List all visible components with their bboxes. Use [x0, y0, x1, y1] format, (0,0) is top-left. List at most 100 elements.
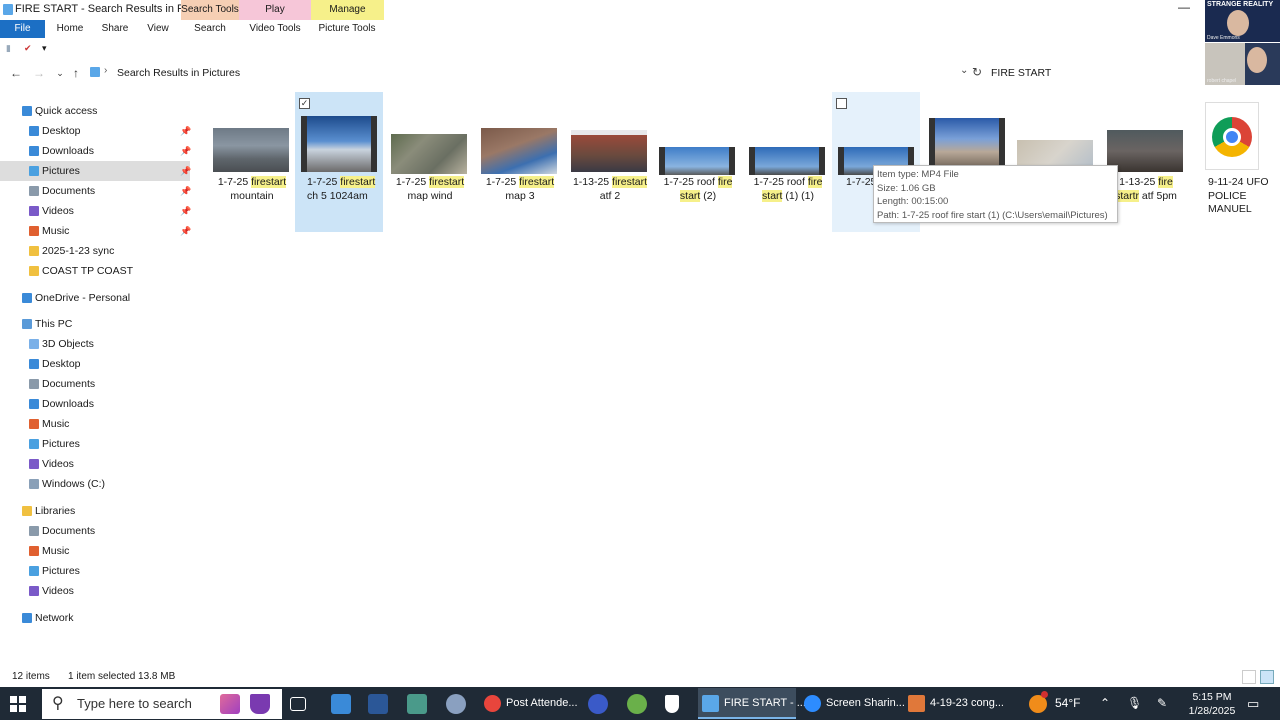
notifications-icon[interactable]: ▭	[1247, 696, 1259, 712]
sidebar-item-pc-documents[interactable]: Documents	[0, 374, 190, 394]
tab-video-tools[interactable]: Video Tools	[243, 20, 307, 38]
taskbar-app-3[interactable]: 4-19-23 cong...	[904, 688, 1004, 719]
sidebar-item-pc-music[interactable]: Music	[0, 414, 190, 434]
hat-icon[interactable]	[250, 694, 270, 714]
sidebar-item-lib-pictures[interactable]: Pictures	[0, 561, 190, 581]
large-icons-view-icon[interactable]	[1260, 670, 1274, 684]
pin-icon[interactable]: 📌	[180, 121, 191, 141]
breadcrumb[interactable]: Search Results in Pictures	[117, 67, 240, 79]
taskbar-search-box[interactable]: ⚲ Type here to search	[42, 689, 282, 719]
sidebar-item-coast-tp-coast[interactable]: COAST TP COAST	[0, 261, 190, 281]
sidebar-item-lib-music[interactable]: Music	[0, 541, 190, 561]
file-name: 9-11-24 UFO POLICE MANUEL	[1208, 176, 1280, 217]
recent-locations-icon[interactable]: ⌄	[52, 65, 68, 81]
tab-file[interactable]: File	[0, 20, 45, 38]
sidebar-item-pc-pictures[interactable]: Pictures	[0, 434, 190, 454]
sidebar-item-pc-downloads[interactable]: Downloads	[0, 394, 190, 414]
sidebar-item-pictures[interactable]: Pictures 📌	[0, 161, 191, 181]
pin-icon[interactable]: 📌	[180, 201, 191, 221]
customize-toolbar-icon[interactable]: ▾	[42, 43, 47, 54]
sidebar-item-lib-documents[interactable]: Documents	[0, 521, 190, 541]
weather-temp[interactable]: 54°F	[1055, 687, 1080, 720]
nav-this-pc[interactable]: This PC	[0, 314, 190, 334]
back-icon[interactable]: ←	[8, 65, 24, 81]
sidebar-item-videos[interactable]: Videos 📌	[0, 201, 191, 221]
sidebar-item-music[interactable]: Music 📌	[0, 221, 191, 241]
folder-icon	[29, 586, 39, 596]
file-item[interactable]: 1-13-25 firestart atf 2	[565, 92, 653, 232]
minimize-button[interactable]: —	[1176, 1, 1192, 16]
cortana-icon[interactable]	[220, 694, 240, 714]
sidebar-item-pc-desktop[interactable]: Desktop	[0, 354, 190, 374]
up-icon[interactable]: ↑	[68, 65, 84, 81]
details-view-icon[interactable]	[1242, 670, 1256, 684]
folder-icon	[29, 359, 39, 369]
tab-picture-tools[interactable]: Picture Tools	[313, 20, 381, 38]
search-input[interactable]: FIRE START	[988, 64, 1203, 82]
app-icon[interactable]	[627, 694, 647, 714]
microphone-icon[interactable]: 🎙	[1127, 696, 1142, 710]
checkbox[interactable]	[836, 98, 847, 109]
sidebar-item-label: Music	[42, 418, 70, 430]
word-icon[interactable]	[368, 694, 388, 714]
tab-search[interactable]: Search	[184, 20, 236, 38]
nav-network[interactable]: Network	[0, 608, 190, 628]
title-bar: FIRE START - Search Results in Pictu... …	[0, 0, 1205, 20]
taskbar-app-2[interactable]: Screen Sharin...	[800, 688, 905, 719]
checkmark-icon[interactable]: ✔	[24, 43, 32, 54]
windows-start-icon[interactable]	[10, 696, 26, 712]
photos-icon[interactable]	[407, 694, 427, 714]
address-bar[interactable]: › Search Results in Pictures ⌄	[88, 64, 978, 82]
chevron-up-icon[interactable]: ⌃	[1100, 696, 1110, 710]
app-icon[interactable]	[331, 694, 351, 714]
chevron-down-icon[interactable]: ⌄	[960, 65, 968, 76]
search-term-highlight: start	[679, 189, 701, 202]
file-name-text: 1-13-25	[1119, 176, 1159, 188]
pen-icon[interactable]: ✎	[1157, 696, 1167, 710]
nav-quick-access[interactable]: Quick access	[0, 101, 190, 121]
file-item[interactable]: 1-7-25 firestart map wind	[385, 92, 473, 232]
clock[interactable]: 5:15 PM 1/28/2025	[1182, 690, 1242, 718]
forward-icon[interactable]: →	[31, 65, 47, 81]
sidebar-item-pc-3d-objects[interactable]: 3D Objects	[0, 334, 190, 354]
tab-view[interactable]: View	[140, 20, 176, 38]
sidebar-item-pc-windows-c-[interactable]: Windows (C:)	[0, 474, 190, 494]
file-item[interactable]: 1-7-25 roof fire start (1) (1)	[743, 92, 831, 232]
file-name: 1-7-25 firestart ch 5 1024am	[307, 176, 385, 203]
file-item[interactable]: 1-7-25 roof fire start (2)	[653, 92, 741, 232]
nav-onedrive[interactable]: OneDrive - Personal	[0, 288, 190, 308]
search-term-highlight: startr	[1115, 189, 1139, 202]
sidebar-item-downloads[interactable]: Downloads 📌	[0, 141, 191, 161]
tab-home[interactable]: Home	[50, 20, 90, 38]
chevron-right-icon[interactable]: ›	[104, 65, 107, 76]
file-name-text: map wind	[407, 189, 453, 202]
file-item[interactable]: 1-7-25 firestart mountain	[207, 92, 295, 232]
task-view-icon[interactable]	[290, 697, 306, 711]
search-term-highlight: start	[533, 176, 555, 188]
pin-icon[interactable]: 📌	[180, 221, 191, 241]
sidebar-item-label: Documents	[42, 525, 96, 537]
refresh-icon[interactable]: ↻	[972, 65, 982, 79]
pin-icon[interactable]: 📌	[180, 181, 191, 201]
pin-icon[interactable]: 📌	[180, 161, 191, 181]
properties-icon[interactable]: ▮	[6, 43, 11, 54]
sidebar-item-desktop[interactable]: Desktop 📌	[0, 121, 191, 141]
sidebar-item-2025-1-23-sync[interactable]: 2025-1-23 sync	[0, 241, 190, 261]
sidebar-item-lib-videos[interactable]: Videos	[0, 581, 190, 601]
nav-libraries[interactable]: Libraries	[0, 501, 190, 521]
shield-icon[interactable]	[665, 695, 679, 713]
file-item[interactable]: 9-11-24 UFO POLICE MANUEL	[1191, 92, 1279, 232]
app-icon[interactable]	[588, 694, 608, 714]
file-item[interactable]: ✓ 1-7-25 firestart ch 5 1024am	[295, 92, 383, 232]
taskbar-app-0[interactable]: Post Attende...	[480, 688, 580, 719]
address-row: ← → ⌄ ↑ › Search Results in Pictures ⌄ ↻…	[0, 62, 1205, 84]
folder-icon	[22, 613, 32, 623]
checkbox[interactable]: ✓	[299, 98, 310, 109]
pin-icon[interactable]: 📌	[180, 141, 191, 161]
app-icon[interactable]	[446, 694, 466, 714]
taskbar-app-1[interactable]: FIRE START - ...	[698, 688, 806, 719]
tab-share[interactable]: Share	[96, 20, 134, 38]
file-item[interactable]: 1-7-25 firestart map 3	[475, 92, 563, 232]
sidebar-item-documents[interactable]: Documents 📌	[0, 181, 191, 201]
sidebar-item-pc-videos[interactable]: Videos	[0, 454, 190, 474]
